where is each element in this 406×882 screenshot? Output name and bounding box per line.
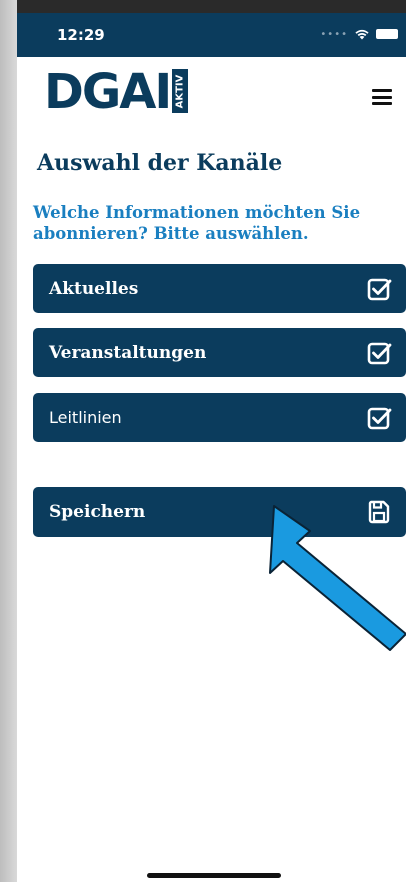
checkbox-checked-icon[interactable]	[366, 405, 392, 431]
signal-dots-icon: ••••	[320, 28, 348, 40]
channel-label: Leitlinien	[49, 408, 122, 427]
checkbox-checked-icon[interactable]	[366, 340, 392, 366]
logo-badge-text: AKTIV	[174, 74, 186, 108]
battery-icon	[376, 29, 398, 39]
question-text: Welche Informationen möchten Sie abonnie…	[33, 203, 361, 243]
dgai-aktiv-logo: DGAI AKTIV	[44, 64, 189, 120]
checkbox-checked-icon[interactable]	[366, 276, 392, 302]
page-title: Auswahl der Kanäle	[37, 150, 283, 176]
channel-item-leitlinien[interactable]: Leitlinien	[33, 393, 406, 442]
screenshot-left-edge	[0, 0, 17, 882]
home-indicator	[147, 873, 281, 878]
save-button[interactable]: Speichern	[33, 487, 406, 537]
wifi-icon	[355, 29, 369, 40]
status-icons: ••••	[320, 28, 398, 40]
floppy-disk-save-icon	[368, 500, 390, 524]
hamburger-menu-icon[interactable]	[372, 89, 392, 105]
app-header: DGAI AKTIV	[17, 57, 406, 135]
logo-badge: AKTIV	[172, 69, 189, 113]
channel-item-aktuelles[interactable]: Aktuelles	[33, 264, 406, 313]
status-time: 12:29	[57, 26, 105, 44]
channel-item-veranstaltungen[interactable]: Veranstaltungen	[33, 328, 406, 377]
save-label: Speichern	[49, 502, 146, 522]
channel-label: Aktuelles	[49, 278, 139, 299]
phone-screen: 12:29 •••• DGAI AKTIV Auswahl der Kanäle…	[17, 13, 406, 882]
logo-text: DGAI	[44, 64, 172, 120]
channel-label: Veranstaltungen	[49, 342, 207, 363]
status-bar: 12:29 ••••	[17, 13, 406, 57]
